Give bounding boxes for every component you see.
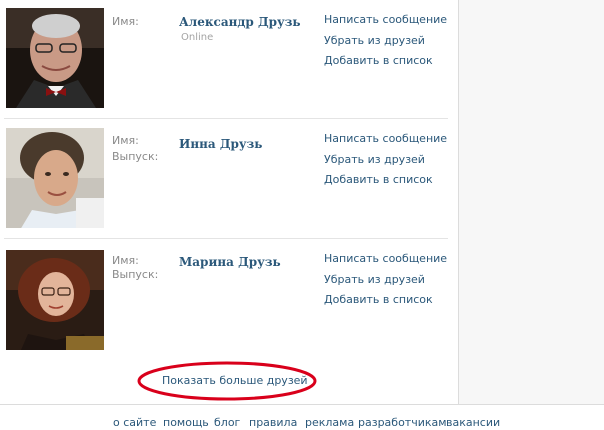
- footer-link-about[interactable]: о сайте: [113, 416, 156, 429]
- name-label: Имя:: [112, 254, 139, 267]
- friend-name[interactable]: Александр Друзь: [179, 15, 301, 29]
- footer-link-ads[interactable]: реклама: [305, 416, 354, 429]
- friend-name[interactable]: Марина Друзь: [179, 255, 281, 269]
- friend-avatar[interactable]: [6, 8, 104, 108]
- footer-link-help[interactable]: помощь: [163, 416, 209, 429]
- right-panel: [458, 0, 604, 404]
- footer-link-blog[interactable]: блог: [214, 416, 240, 429]
- footer: о сайте помощь блог правила реклама разр…: [0, 404, 604, 430]
- footer-link-rules[interactable]: правила: [249, 416, 297, 429]
- friend-actions: Написать сообщение Убрать из друзей Доба…: [324, 129, 447, 191]
- write-message-link[interactable]: Написать сообщение: [324, 249, 447, 270]
- add-to-list-link[interactable]: Добавить в список: [324, 51, 447, 72]
- footer-link-developers[interactable]: разработчикам: [358, 416, 447, 429]
- friend-avatar[interactable]: [6, 250, 104, 350]
- show-more-friends-button[interactable]: Показать больше друзей: [162, 374, 308, 387]
- remove-friend-link[interactable]: Убрать из друзей: [324, 31, 447, 52]
- write-message-link[interactable]: Написать сообщение: [324, 129, 447, 150]
- friend-row: Имя: Александр Друзь Online Написать соо…: [0, 0, 458, 118]
- friend-row: Имя: Выпуск: Инна Друзь Написать сообщен…: [0, 119, 458, 237]
- add-to-list-link[interactable]: Добавить в список: [324, 170, 447, 191]
- write-message-link[interactable]: Написать сообщение: [324, 10, 447, 31]
- footer-link-jobs[interactable]: вакансии: [446, 416, 500, 429]
- online-status: Online: [181, 32, 214, 43]
- name-label: Имя:: [112, 15, 139, 28]
- add-to-list-link[interactable]: Добавить в список: [324, 290, 447, 311]
- friend-actions: Написать сообщение Убрать из друзей Доба…: [324, 249, 447, 311]
- graduation-label: Выпуск:: [112, 268, 159, 281]
- graduation-label: Выпуск:: [112, 150, 159, 163]
- friend-name[interactable]: Инна Друзь: [179, 137, 262, 151]
- remove-friend-link[interactable]: Убрать из друзей: [324, 270, 447, 291]
- remove-friend-link[interactable]: Убрать из друзей: [324, 150, 447, 171]
- friend-avatar[interactable]: [6, 128, 104, 228]
- friend-row: Имя: Выпуск: Марина Друзь Написать сообщ…: [0, 239, 458, 357]
- name-label: Имя:: [112, 134, 139, 147]
- friend-actions: Написать сообщение Убрать из друзей Доба…: [324, 10, 447, 72]
- friends-list: Имя: Александр Друзь Online Написать соо…: [0, 0, 458, 404]
